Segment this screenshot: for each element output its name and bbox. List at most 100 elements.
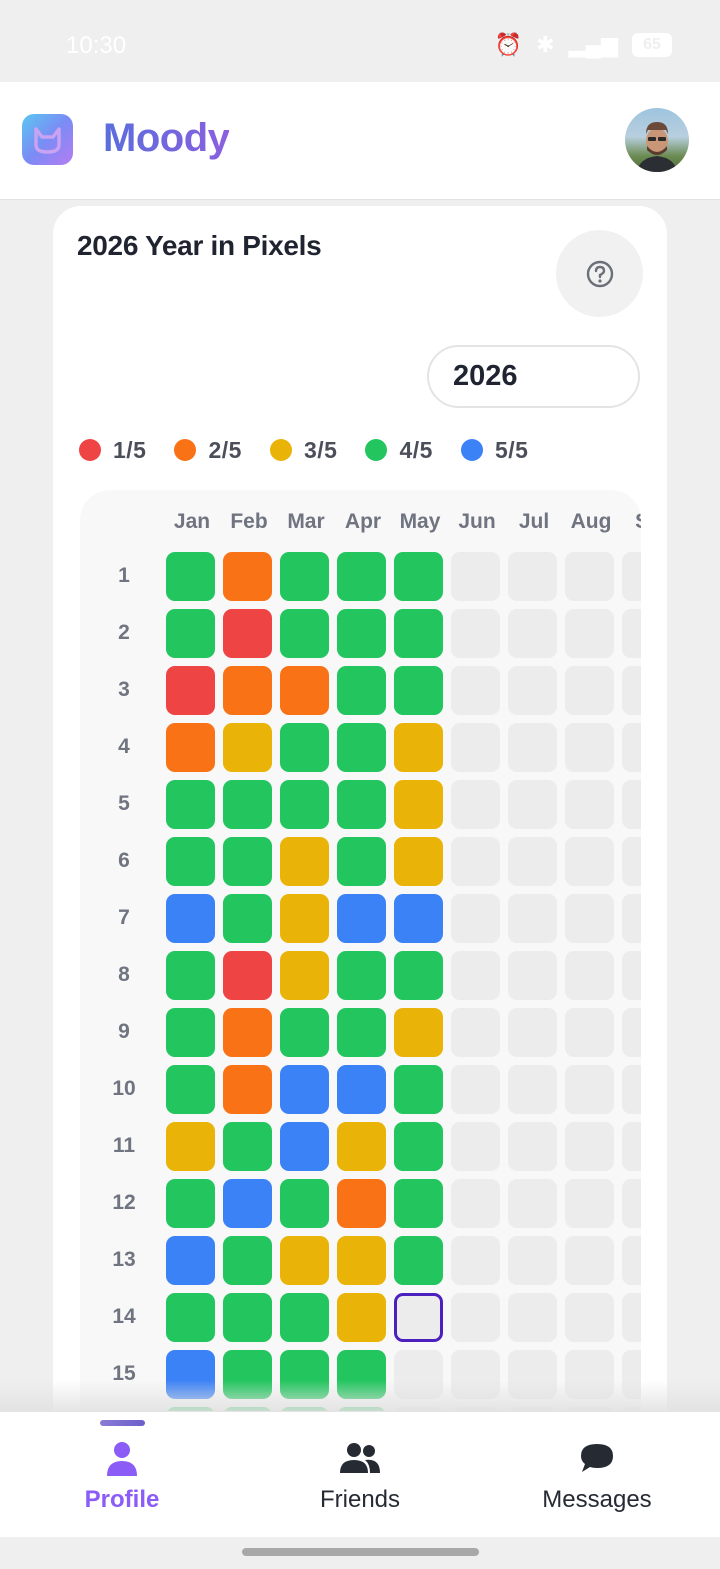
pixel-cell[interactable] (508, 837, 557, 886)
pixel-cell[interactable] (622, 780, 641, 829)
pixel-cell[interactable] (451, 951, 500, 1000)
pixel-cell[interactable] (223, 1008, 272, 1057)
pixel-cell[interactable] (508, 609, 557, 658)
pixel-cell[interactable] (622, 1179, 641, 1228)
pixel-cell[interactable] (565, 1293, 614, 1342)
pixel-cell[interactable] (394, 1179, 443, 1228)
pixel-cell[interactable] (166, 1293, 215, 1342)
pixel-cell[interactable] (166, 1008, 215, 1057)
pixel-cell[interactable] (508, 1293, 557, 1342)
pixel-cell[interactable] (166, 1065, 215, 1114)
pixel-cell[interactable] (280, 894, 329, 943)
pixel-cell[interactable] (565, 894, 614, 943)
pixel-cell[interactable] (565, 666, 614, 715)
gesture-pill[interactable] (242, 1548, 479, 1556)
pixel-cell[interactable] (451, 1008, 500, 1057)
pixel-cell[interactable] (622, 1008, 641, 1057)
pixel-cell[interactable] (565, 609, 614, 658)
pixel-cell[interactable] (451, 1293, 500, 1342)
pixel-cell[interactable] (451, 552, 500, 601)
pixel-cell[interactable] (337, 723, 386, 772)
pixel-cell[interactable] (451, 1065, 500, 1114)
pixel-cell[interactable] (337, 780, 386, 829)
pixel-cell[interactable] (280, 1293, 329, 1342)
pixel-cell[interactable] (451, 1122, 500, 1171)
pixel-cell[interactable] (394, 1065, 443, 1114)
pixel-cell[interactable] (451, 837, 500, 886)
pixel-cell[interactable] (508, 894, 557, 943)
pixel-cell[interactable] (337, 951, 386, 1000)
nav-friends[interactable]: Friends (260, 1438, 460, 1514)
pixel-cell[interactable] (166, 1236, 215, 1285)
pixel-cell[interactable] (508, 1236, 557, 1285)
pixel-cell[interactable] (223, 1179, 272, 1228)
pixel-cell[interactable] (565, 951, 614, 1000)
pixel-cell[interactable] (508, 1179, 557, 1228)
pixel-cell[interactable] (451, 1236, 500, 1285)
pixel-cell[interactable] (394, 951, 443, 1000)
pixel-cell[interactable] (166, 951, 215, 1000)
pixel-cell[interactable] (508, 723, 557, 772)
pixel-cell[interactable] (394, 609, 443, 658)
pixel-cell[interactable] (337, 1122, 386, 1171)
pixel-cell[interactable] (166, 1179, 215, 1228)
pixel-cell[interactable] (166, 1122, 215, 1171)
pixel-cell[interactable] (622, 1122, 641, 1171)
pixel-cell[interactable] (508, 1065, 557, 1114)
pixel-cell[interactable] (166, 837, 215, 886)
pixel-cell[interactable] (280, 1236, 329, 1285)
pixel-cell[interactable] (337, 1179, 386, 1228)
help-button[interactable] (556, 230, 643, 317)
pixel-cell[interactable] (394, 1122, 443, 1171)
nav-messages[interactable]: Messages (497, 1438, 697, 1514)
pixel-cell[interactable] (280, 666, 329, 715)
pixel-cell[interactable] (565, 1122, 614, 1171)
pixel-cell[interactable] (223, 951, 272, 1000)
pixel-cell[interactable] (451, 666, 500, 715)
pixel-cell[interactable] (223, 837, 272, 886)
pixel-cell[interactable] (280, 951, 329, 1000)
pixel-cell[interactable] (394, 894, 443, 943)
pixel-cell[interactable] (166, 552, 215, 601)
pixel-cell[interactable] (337, 1008, 386, 1057)
pixel-cell[interactable] (394, 666, 443, 715)
pixel-cell[interactable] (508, 780, 557, 829)
pixel-cell[interactable] (565, 552, 614, 601)
pixel-cell[interactable] (565, 723, 614, 772)
pixel-cell[interactable] (565, 1179, 614, 1228)
moody-logo-icon[interactable] (22, 114, 73, 165)
pixel-cell[interactable] (337, 552, 386, 601)
nav-profile[interactable]: Profile (22, 1438, 222, 1514)
pixel-cell[interactable] (451, 723, 500, 772)
pixel-cell[interactable] (622, 951, 641, 1000)
pixel-cell[interactable] (394, 1236, 443, 1285)
pixel-cell[interactable] (280, 552, 329, 601)
pixel-cell[interactable] (223, 1065, 272, 1114)
pixel-cell[interactable] (565, 837, 614, 886)
pixel-cell[interactable] (280, 1065, 329, 1114)
pixel-cell[interactable] (508, 1008, 557, 1057)
pixel-cell[interactable] (622, 1236, 641, 1285)
pixel-cell[interactable] (280, 723, 329, 772)
pixel-cell[interactable] (622, 666, 641, 715)
pixel-cell[interactable] (622, 723, 641, 772)
pixel-cell[interactable] (166, 723, 215, 772)
pixel-cell[interactable] (337, 1293, 386, 1342)
pixel-cell[interactable] (565, 1008, 614, 1057)
pixel-cell[interactable] (337, 1236, 386, 1285)
pixel-cell[interactable] (223, 666, 272, 715)
pixel-cell[interactable] (223, 1293, 272, 1342)
pixel-cell[interactable] (394, 837, 443, 886)
pixel-cell[interactable] (280, 609, 329, 658)
pixel-cell[interactable] (337, 609, 386, 658)
pixel-cell[interactable] (337, 666, 386, 715)
pixel-cell[interactable] (451, 780, 500, 829)
pixel-cell[interactable] (451, 609, 500, 658)
pixel-cell[interactable] (223, 894, 272, 943)
pixel-cell[interactable] (223, 609, 272, 658)
pixel-cell[interactable] (166, 894, 215, 943)
pixel-cell[interactable] (508, 1122, 557, 1171)
pixel-cell[interactable] (223, 723, 272, 772)
pixel-cell[interactable] (394, 780, 443, 829)
today-pixel-cell[interactable] (394, 1293, 443, 1342)
